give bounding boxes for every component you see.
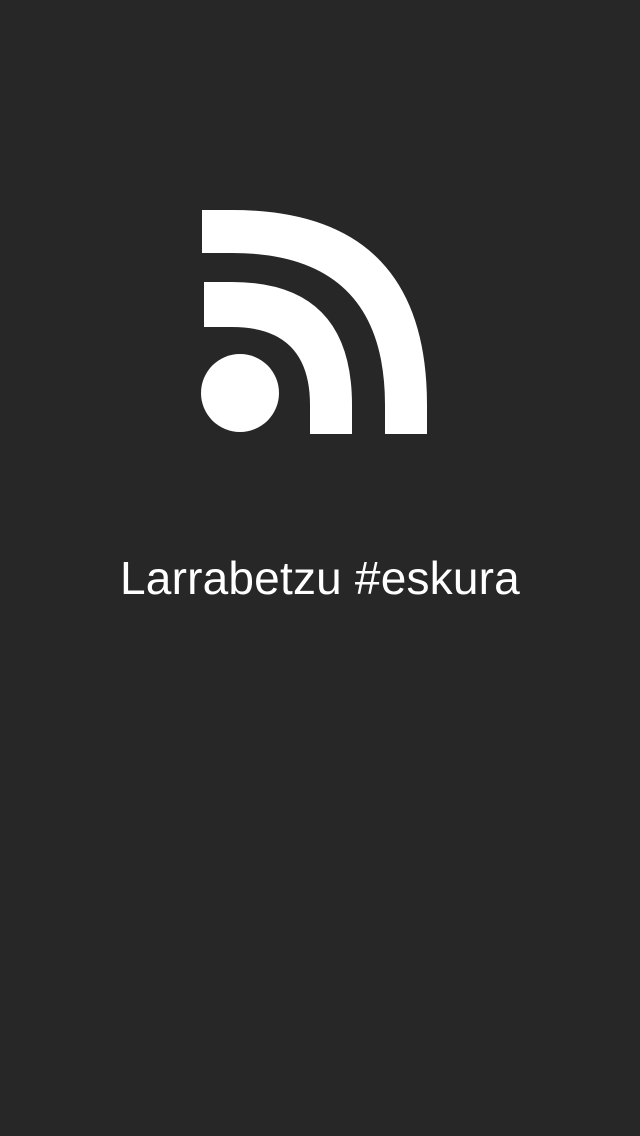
rss-feed-icon-graphic bbox=[201, 210, 427, 434]
splash-screen: Larrabetzu #eskura bbox=[0, 0, 640, 1136]
rss-feed-icon bbox=[195, 205, 435, 440]
app-title: Larrabetzu #eskura bbox=[120, 552, 520, 604]
rss-dot bbox=[201, 354, 279, 432]
